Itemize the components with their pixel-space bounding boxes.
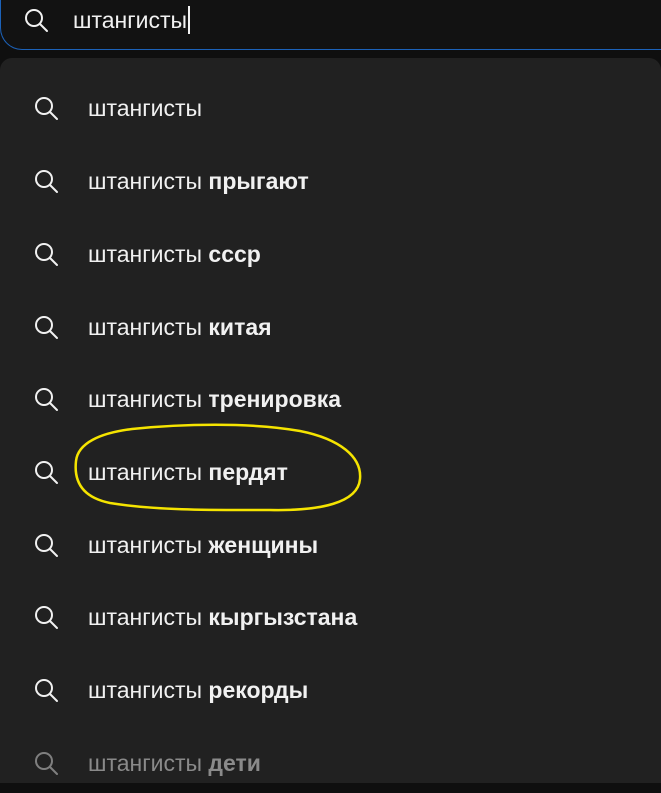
suggestion-item[interactable]: штангисты женщины: [0, 515, 661, 575]
suggestion-item[interactable]: штангисты дети: [0, 733, 661, 793]
search-icon: [33, 604, 59, 630]
suggestion-label: штангисты тренировка: [88, 386, 342, 412]
suggestion-label: штангисты дети: [88, 750, 261, 776]
suggestion-item[interactable]: штангисты рекорды: [0, 660, 661, 720]
search-icon: [33, 459, 59, 485]
search-icon: [33, 677, 59, 703]
suggestion-label: штангисты кыргызстана: [88, 604, 358, 630]
suggestion-item[interactable]: штангисты: [0, 78, 661, 138]
search-icon: [33, 750, 59, 776]
search-icon: [33, 314, 59, 340]
suggestion-label: штангисты пердят: [88, 459, 288, 485]
search-icon: [33, 532, 59, 558]
suggestion-label: штангисты: [88, 95, 203, 121]
search-bar[interactable]: штангисты: [0, 0, 661, 50]
search-icon: [23, 7, 49, 33]
suggestion-item[interactable]: штангисты кыргызстана: [0, 587, 661, 647]
suggestion-label: штангисты ссср: [88, 241, 261, 267]
search-icon: [33, 168, 59, 194]
search-icon: [33, 95, 59, 121]
suggestion-item[interactable]: штангисты пердят: [0, 442, 661, 502]
suggestion-label: штангисты прыгают: [88, 168, 309, 194]
suggestion-label: штангисты женщины: [88, 532, 319, 558]
suggestions-dropdown: штангисты штангисты прыгают штангисты сс…: [0, 58, 661, 783]
search-input[interactable]: штангисты: [73, 4, 191, 36]
text-caret: [188, 6, 191, 34]
suggestion-item[interactable]: штангисты китая: [0, 297, 661, 357]
suggestion-item[interactable]: штангисты тренировка: [0, 369, 661, 429]
suggestion-item[interactable]: штангисты ссср: [0, 224, 661, 284]
search-icon: [33, 241, 59, 267]
suggestion-label: штангисты китая: [88, 314, 272, 340]
suggestion-label: штангисты рекорды: [88, 677, 309, 703]
search-query-text: штангисты: [73, 7, 188, 33]
search-icon: [33, 386, 59, 412]
suggestion-item[interactable]: штангисты прыгают: [0, 151, 661, 211]
